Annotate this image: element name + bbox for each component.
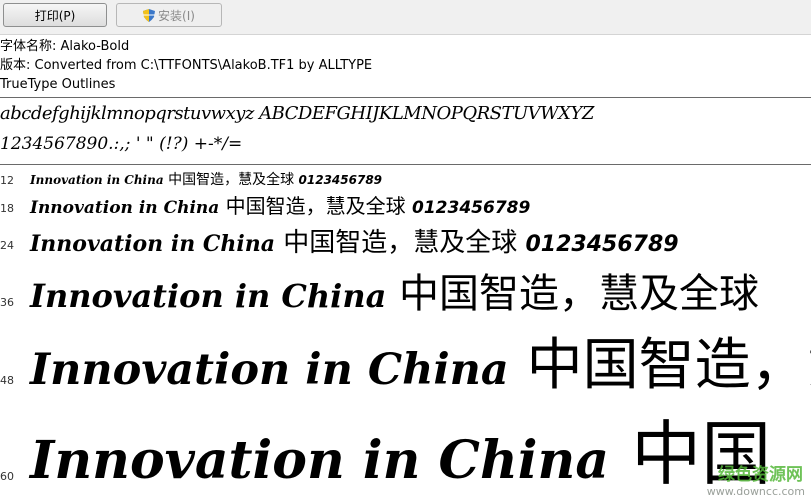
sample-text: Innovation in China 中国 (30, 410, 771, 499)
size-label: 18 (0, 202, 14, 215)
size-label: 12 (0, 174, 14, 187)
print-button[interactable]: 打印(P) (3, 3, 107, 27)
sample-latin: Innovation in China (30, 345, 509, 395)
sample-row-48: 48 Innovation in China 中国智造，慧 (0, 328, 811, 404)
size-label: 36 (0, 296, 14, 309)
sample-text: Innovation in China 中国智造，慧 (30, 328, 811, 404)
sample-row-24: 24 Innovation in China 中国智造，慧及全球 0123456… (0, 225, 811, 261)
sample-latin: Innovation in China (30, 173, 164, 187)
install-button-label: 安装(I) (158, 9, 195, 23)
install-button[interactable]: 安装(I) (116, 3, 222, 27)
sample-cjk: 中国智造，慧及全球 (219, 194, 413, 218)
sample-latin: Innovation in China (30, 277, 387, 315)
sample-row-36: 36 Innovation in China 中国智造，慧及全球 (0, 266, 811, 322)
shield-icon (143, 9, 156, 22)
sample-latin: Innovation in China (30, 198, 220, 218)
sample-row-12: 12 Innovation in China 中国智造，慧及全球 0123456… (0, 170, 811, 190)
separator-top (0, 97, 811, 98)
sample-latin: Innovation in China (30, 430, 610, 491)
sample-text: Innovation in China 中国智造，慧及全球 0123456789 (30, 192, 530, 222)
sample-text: Innovation in China 中国智造，慧及全球 (30, 266, 759, 322)
watermark-logo: 绿色资源网 (718, 465, 803, 485)
sample-digits: 0123456789 (412, 198, 531, 218)
font-name: 字体名称: Alako-Bold (0, 39, 130, 54)
sample-cjk: 中国智造，慧及全球 (163, 172, 299, 188)
charset-letters: abcdefghijklmnopqrstuvwxyz ABCDEFGHIJKLM… (0, 103, 594, 124)
size-label: 48 (0, 374, 14, 387)
sample-cjk: 中国智造，慧及全球 (386, 271, 760, 317)
separator-bottom (0, 164, 811, 165)
sample-text: Innovation in China 中国智造，慧及全球 0123456789 (30, 225, 679, 263)
sample-cjk: 中国智造，慧 (526, 333, 811, 398)
sample-row-18: 18 Innovation in China 中国智造，慧及全球 0123456… (0, 192, 811, 220)
sample-latin: Innovation in China (30, 231, 275, 257)
font-type: TrueType Outlines (0, 77, 116, 92)
sample-text: Innovation in China 中国智造，慧及全球 0123456789 (30, 170, 382, 190)
font-version: 版本: Converted from C:\TTFONTS\AlakoB.TF1… (0, 58, 373, 73)
font-info: 字体名称: Alako-Bold 版本: Converted from C:\T… (0, 37, 372, 94)
watermark-url: www.downcc.com (706, 485, 805, 498)
toolbar: 打印(P) 安装(I) (0, 0, 811, 35)
charset-digits: 1234567890.:,; ' " (!?) +-*/= (0, 134, 243, 154)
sample-cjk: 中国智造，慧及全球 (274, 228, 526, 258)
size-label: 60 (0, 470, 14, 483)
size-label: 24 (0, 239, 14, 252)
sample-digits: 0123456789 (298, 173, 383, 187)
sample-row-60: 60 Innovation in China 中国 (0, 410, 811, 499)
sample-digits: 0123456789 (525, 232, 679, 257)
